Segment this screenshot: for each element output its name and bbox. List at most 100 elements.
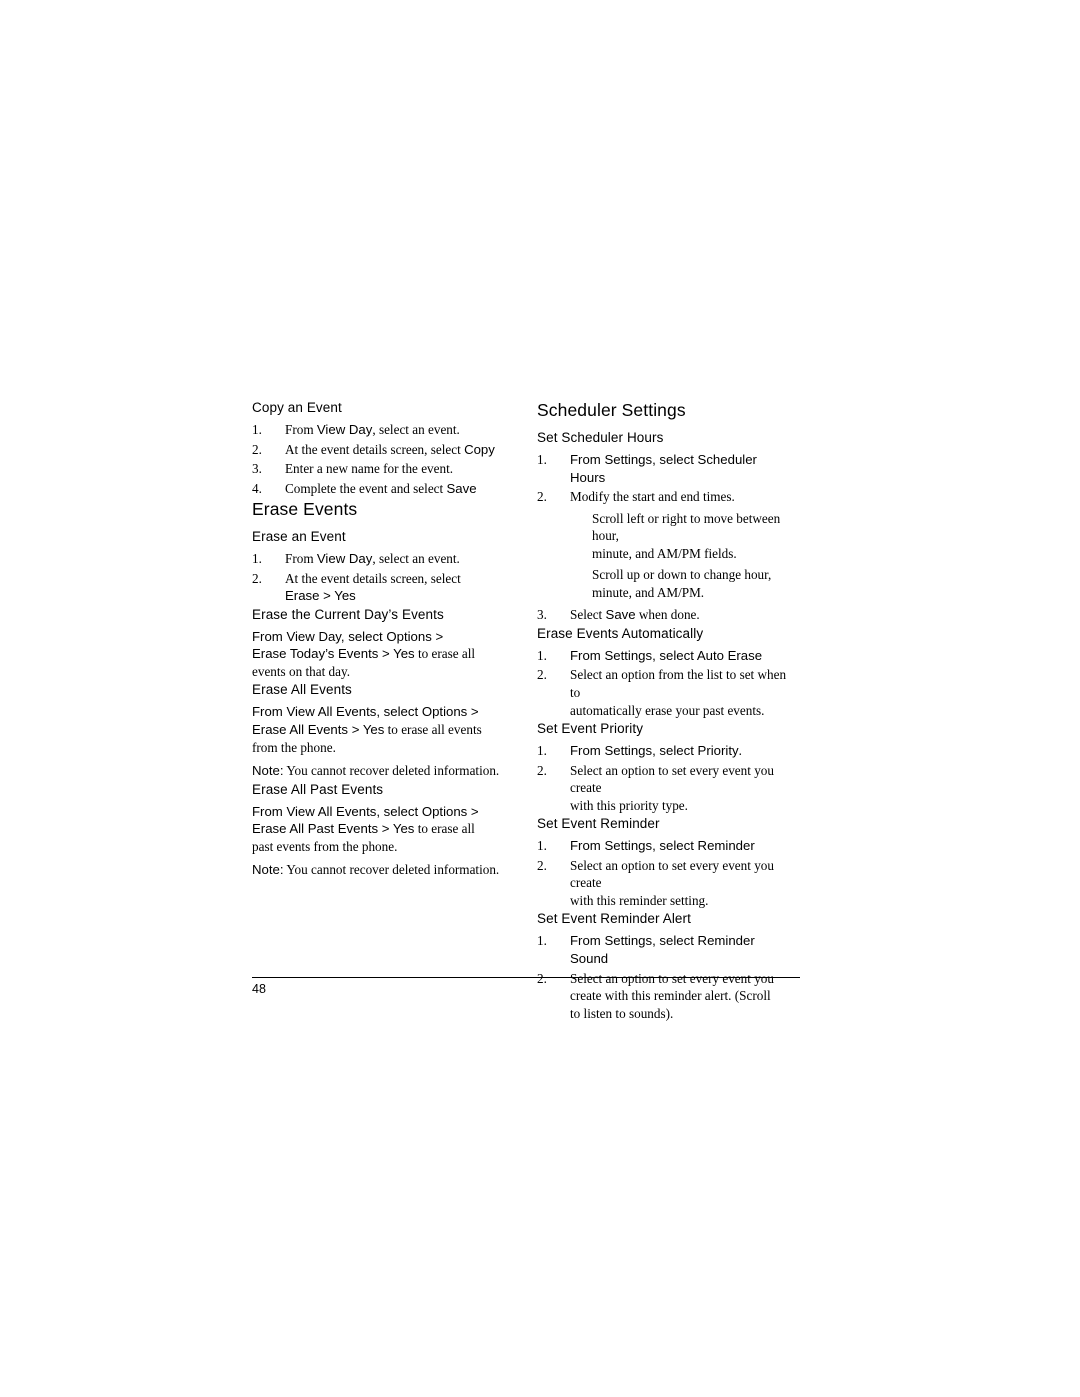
text-part: From <box>570 838 605 854</box>
set-scheduler-hours-steps: 1. From Settings, select Scheduler Hours… <box>537 451 795 506</box>
right-column: Scheduler Settings Set Scheduler Hours 1… <box>537 400 795 1024</box>
heading-erase-events-automatically: Erase Events Automatically <box>537 625 704 641</box>
step-text: At the event details screen, select Copy <box>285 442 495 457</box>
heading-erase-all-past-events: Erase All Past Events <box>252 781 384 797</box>
heading-set-scheduler-hours: Set Scheduler Hours <box>537 430 664 445</box>
text-part: From <box>252 704 287 720</box>
text-part: , select <box>652 647 697 663</box>
step-number: 2. <box>537 970 547 986</box>
list-item: 4. Complete the event and select Save <box>252 480 510 498</box>
set-event-reminder-steps: 1. From Settings, select Reminder 2. Sel… <box>537 837 795 909</box>
list-item: 1. From Settings, select Priority. <box>537 742 795 760</box>
step-text: Select an option from the list to set wh… <box>570 667 786 717</box>
erase-events-automatically-steps: 1. From Settings, select Auto Erase 2. S… <box>537 647 795 719</box>
step-text: From Settings, select Reminder Sound <box>570 933 755 966</box>
step-ui-term: Yes <box>334 588 356 604</box>
ui-term: Options <box>421 704 468 720</box>
note-label: Note: <box>252 763 284 779</box>
text-part: , select <box>652 933 698 949</box>
list-item: 1. From Settings, select Scheduler Hours <box>537 451 795 486</box>
step-number: 3. <box>537 607 547 623</box>
erase-all-events-body: From View All Events, select Options > E… <box>252 703 510 756</box>
text-part: > <box>378 821 393 837</box>
heading-erase-current-day-events: Erase the Current Day’s Events <box>252 606 444 622</box>
step-number: 2. <box>252 570 262 586</box>
ui-term: Erase All Events <box>252 722 349 738</box>
text-part: , select <box>652 838 698 854</box>
set-scheduler-hours-steps-cont: 3. Select Save when done. <box>537 606 795 624</box>
text-part: events on that day. <box>252 663 351 679</box>
ui-term: Auto Erase <box>696 647 763 663</box>
text-part: , select <box>376 704 422 720</box>
list-item: 2. Modify the start and end times. <box>537 488 795 506</box>
step-number: 3. <box>252 461 262 477</box>
ui-term: Erase All Past Events <box>252 821 379 837</box>
ui-term: Save <box>605 607 636 623</box>
text-part: Select an option from the list to set wh… <box>570 667 787 701</box>
text-part: minute, and AM/PM fields. <box>592 545 737 561</box>
text-part: From <box>252 628 287 644</box>
ui-term: Yes <box>392 821 415 837</box>
ui-term: Options <box>386 628 432 644</box>
scheduler-hours-subnote-1: Scroll left or right to move between hou… <box>537 510 795 563</box>
text-part: , select <box>340 628 387 644</box>
list-item: 2. Select an option to set every event y… <box>537 762 795 815</box>
heading-set-event-reminder-alert: Set Event Reminder Alert <box>537 911 691 927</box>
note-text: You cannot recover deleted information. <box>283 763 500 779</box>
document-page: Copy an Event 1. From View Day, select a… <box>0 0 1080 1397</box>
scheduler-hours-subnote-2: Scroll up or down to change hour, minute… <box>537 566 795 601</box>
list-item: 1. From Settings, select Auto Erase <box>537 647 795 665</box>
step-text: Modify the start and end times. <box>570 489 735 505</box>
heading-erase-events: Erase Events <box>252 499 358 520</box>
text-part: > <box>467 704 479 720</box>
step-number: 2. <box>537 489 547 505</box>
heading-erase-all-events: Erase All Events <box>252 682 352 698</box>
step-number: 1. <box>537 933 547 949</box>
step-text: From Settings, select Priority. <box>570 743 742 758</box>
step-number: 4. <box>252 480 262 496</box>
footer-divider <box>252 977 800 978</box>
ui-term: View All Events <box>286 704 377 720</box>
note-erase-all-events: Note: You cannot recover deleted informa… <box>252 762 510 780</box>
heading-set-event-reminder: Set Event Reminder <box>537 816 660 832</box>
note-text: You cannot recover deleted information. <box>283 862 500 878</box>
step-ui-term: View Day <box>316 551 373 567</box>
note-label: Note: <box>252 862 284 878</box>
step-text: Select an option to set every event you … <box>570 858 774 908</box>
step-text: From Settings, select Reminder <box>570 838 755 853</box>
ui-term: Settings <box>604 933 653 949</box>
step-text: From Settings, select Auto Erase <box>570 648 762 663</box>
step-number: 2. <box>252 441 262 457</box>
list-item: 1. From View Day, select an event. <box>252 550 510 568</box>
list-item: 2. Select an option to set every event y… <box>537 857 795 910</box>
step-text-part: > <box>319 588 335 604</box>
list-item: 2. Select an option from the list to set… <box>537 666 795 719</box>
step-text-part: , select an event. <box>372 422 460 437</box>
ui-term: Erase Today’s Events <box>252 646 379 662</box>
set-event-priority-steps: 1. From Settings, select Priority. 2. Se… <box>537 742 795 814</box>
step-number: 1. <box>537 452 547 467</box>
list-item: 2. At the event details screen, select Er… <box>252 570 510 605</box>
text-part: to erase all <box>414 646 476 662</box>
text-part: to listen to sounds). <box>570 1005 674 1021</box>
text-part: with this priority type. <box>570 797 688 813</box>
heading-scheduler-settings: Scheduler Settings <box>537 400 686 420</box>
heading-set-event-priority: Set Event Priority <box>537 721 644 737</box>
text-part: Select an option to set every event you … <box>570 762 774 796</box>
step-number: 1. <box>537 647 547 663</box>
text-part: , select <box>376 803 422 819</box>
text-part: From <box>570 933 605 949</box>
step-ui-term: Copy <box>464 441 495 457</box>
text-part: from the phone. <box>252 739 336 755</box>
step-ui-term: View Day <box>316 422 373 437</box>
text-part: Scroll up or down to change hour, <box>592 567 772 583</box>
step-text-part: At the event details screen, select <box>285 441 465 457</box>
list-item: 3. Select Save when done. <box>537 606 795 624</box>
step-text: Enter a new name for the event. <box>285 461 454 477</box>
text-part: > <box>467 803 479 819</box>
text-part: past events from the phone. <box>252 838 398 854</box>
list-item: 1. From Settings, select Reminder <box>537 837 795 855</box>
text-part: From <box>570 743 605 759</box>
text-part: create with this reminder alert. (Scroll <box>570 988 771 1004</box>
text-part: From <box>252 803 287 819</box>
